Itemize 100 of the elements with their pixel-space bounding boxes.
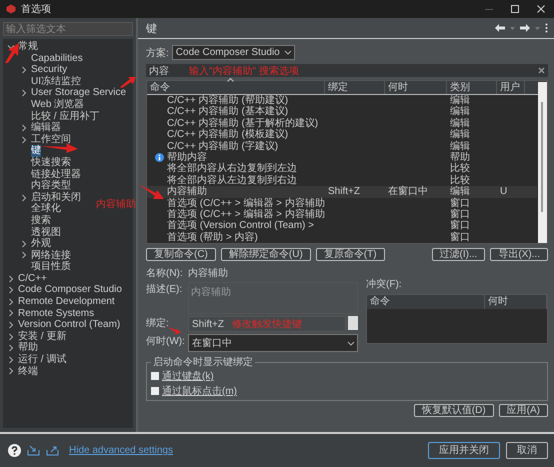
checkbox-label[interactable]: 通过键盘(k) [162,369,214,384]
tree-item[interactable]: 工作空间 [31,134,71,146]
table-row[interactable]: 首选项 (Version Control (Team) > 窗口 [147,220,537,232]
table-row[interactable]: 首选项 (C/C++ > 编辑器 > 内容辅助 窗口 [147,208,537,220]
expand-icon[interactable] [20,66,28,74]
window-title: 首选项 [21,2,51,16]
expand-icon[interactable] [20,194,28,202]
expand-icon[interactable] [7,286,15,294]
search-field[interactable]: 内容 输入"内容辅助" 搜索选项 [146,64,548,77]
expand-icon[interactable] [7,274,15,283]
tree-item[interactable]: 透视图 [31,226,61,238]
expand-icon[interactable] [7,332,15,341]
help-icon[interactable] [8,444,21,457]
table-button[interactable]: 复制命令(C) [146,248,216,262]
table-row[interactable]: C/C++ 内容辅助 (字建议) 编辑 [147,140,537,152]
tree-item[interactable]: 快速搜索 [31,156,71,169]
tree-item[interactable]: 运行 / 调试 [18,354,66,366]
tree-item[interactable]: 链接处理器 [31,168,81,180]
expand-icon[interactable] [7,309,15,318]
forward-arrow-icon[interactable] [520,24,530,32]
close-icon[interactable] [536,4,546,14]
binding-text: Shift+Z [328,186,360,198]
expand-icon[interactable] [7,344,15,352]
table-row[interactable]: C/C++ 内容辅助 (基于解析的建议) 编辑 [147,118,537,130]
column-header[interactable]: 何时 [485,295,547,310]
tree-item[interactable]: Security [31,64,68,76]
tree-item[interactable]: 网络连接 [31,250,71,262]
tree-item[interactable]: 外观 [31,238,51,250]
export-icon[interactable] [46,445,59,456]
table-button[interactable]: 导出(X)... [490,248,548,262]
expand-icon[interactable] [20,136,28,144]
tree-item[interactable]: Remote Systems [18,308,94,320]
command-text: C/C++ 内容辅助 (模板建议) [167,129,288,140]
table-row[interactable]: 将全部内容从右边复制到左边 比较 [147,163,537,175]
checkbox[interactable] [151,372,159,380]
import-icon[interactable] [27,445,40,456]
column-header[interactable]: 类别 [447,81,497,94]
tree-item[interactable]: 启动和关闭 [31,192,81,204]
tree-item[interactable]: 比较 / 应用补丁 [31,110,100,122]
binding-menu-button[interactable] [348,316,358,330]
tree-item[interactable]: 搜索 [31,214,51,226]
table-button[interactable]: 过滤(I)... [432,248,486,262]
scheme-dropdown[interactable]: Code Composer Studio [172,45,295,60]
column-header[interactable]: 命令 [367,295,485,310]
expand-icon[interactable] [20,124,28,132]
tree-item[interactable]: 项目性质 [31,261,71,273]
tree-item[interactable]: 安装 / 更新 [18,330,66,342]
tree-item[interactable]: 内容类型 [31,180,71,192]
expand-icon[interactable] [7,356,15,364]
table-row[interactable]: C/C++ 内容辅助 (帮助建议) 编辑 [147,95,537,106]
menu-icon[interactable] [545,23,548,33]
tree-item[interactable]: UI冻结监控 [31,76,81,88]
tree-item[interactable]: Version Control (Team) [18,319,120,331]
when-dropdown[interactable]: 在窗口中 [188,334,358,352]
tree-item[interactable]: 键 [31,145,41,157]
tree-item[interactable]: Capabilities [31,52,83,64]
scrollbar[interactable] [538,82,547,244]
table-row[interactable]: C/C++ 内容辅助 (模板建议) 编辑 [147,129,537,141]
expand-icon[interactable] [7,321,15,330]
tree-item[interactable]: User Storage Service [31,87,126,99]
table-row[interactable]: C/C++ 内容辅助 (基本建议) 编辑 [147,106,537,118]
clear-icon[interactable] [538,67,545,74]
table-button[interactable]: 复原命令(T) [316,248,385,262]
column-header[interactable]: 用户 [497,81,525,94]
table-row[interactable]: 首选项 (帮助 > 内容) 窗口 [147,232,537,244]
advanced-settings-link[interactable]: Hide advanced settings [69,445,173,456]
tree-item[interactable]: 全球化 [31,203,61,215]
column-header[interactable]: 命令 [147,81,325,94]
page-button[interactable]: 恢复默认值(D) [414,404,494,418]
tree-item[interactable]: Code Composer Studio [18,284,122,296]
category-text: 编辑 [450,129,470,140]
tree-item[interactable]: Web 浏览器 [31,98,84,111]
table-row[interactable]: 帮助内容 帮助 [147,152,537,164]
tree-item[interactable]: 终端 [18,366,38,378]
tree-item[interactable]: 帮助 [18,342,38,354]
column-header[interactable]: 绑定 [325,81,385,94]
tree-item[interactable]: 编辑器 [31,122,61,134]
expand-icon[interactable] [20,240,28,248]
tree-item[interactable]: C/C++ [18,272,47,284]
dialog-button[interactable]: 取消 [506,442,548,459]
table-row[interactable]: 内容辅助 Shift+Z 在窗口中 编辑 U [147,186,537,198]
maximize-icon[interactable] [510,4,520,14]
expand-icon[interactable] [20,251,28,260]
expand-icon[interactable] [7,298,15,306]
table-button[interactable]: 解除绑定命令(U) [220,248,311,262]
tree-item[interactable]: Remote Development [18,296,115,308]
checkbox[interactable] [151,387,159,396]
checkbox-label[interactable]: 通过鼠标点击(m) [162,384,237,398]
table-row[interactable]: 将全部内容从左边复制到右边 比较 [147,174,537,186]
page-button[interactable]: 应用(A) [498,404,548,418]
help-icon [155,153,164,162]
expand-icon[interactable] [7,367,15,376]
annotation-arrow [138,184,164,200]
back-arrow-icon[interactable] [495,24,505,32]
command-text: C/C++ 内容辅助 (基于解析的建议) [167,118,318,129]
dialog-button[interactable]: 应用并关闭 [428,442,500,459]
filter-field[interactable]: 输入筛选文本 [3,22,133,36]
column-header[interactable]: 何时 [385,81,447,94]
table-row[interactable]: 首选项 (C/C++ > 编辑器 > 内容辅助 窗口 [147,198,537,209]
expand-icon[interactable] [20,89,28,98]
